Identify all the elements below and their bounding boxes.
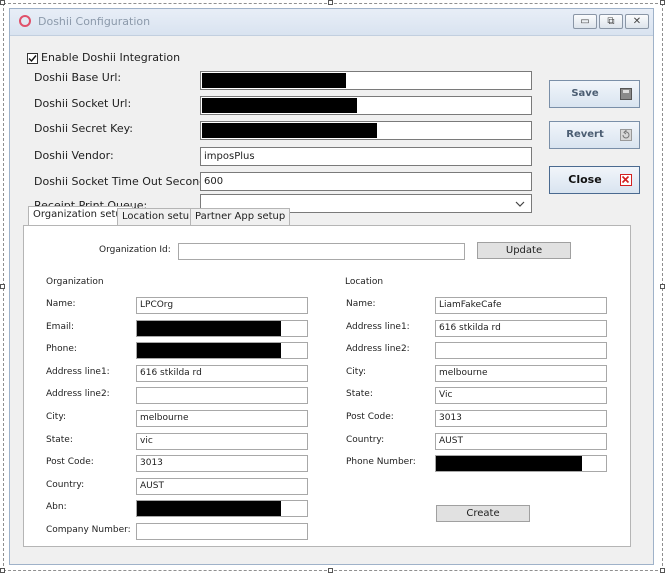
location-label: Country: <box>346 434 385 445</box>
vendor-label: Doshii Vendor: <box>34 149 114 162</box>
close-icon <box>620 174 632 186</box>
update-button[interactable]: Update <box>477 242 571 259</box>
socket-url-input[interactable] <box>200 96 532 115</box>
location-label: Address line1: <box>346 321 410 332</box>
organization-label: City: <box>46 412 67 422</box>
socket-url-label: Doshii Socket Url: <box>34 97 132 110</box>
secret-key-input[interactable] <box>200 121 532 140</box>
minimize-button[interactable]: ▭ <box>573 14 597 29</box>
location-label: Phone Number: <box>346 457 416 468</box>
create-button[interactable]: Create <box>436 505 530 522</box>
location-label: State: <box>346 389 373 400</box>
organization-label: Email: <box>46 321 75 332</box>
location-input[interactable] <box>435 342 607 360</box>
resize-handle-bottom[interactable] <box>328 568 333 573</box>
resize-handle-top-right[interactable] <box>660 0 665 5</box>
checkmark-icon <box>28 55 37 63</box>
organization-label: Phone: <box>46 344 77 355</box>
redaction-box <box>137 501 281 517</box>
secret-key-label: Doshii Secret Key: <box>34 122 134 135</box>
organization-label: Address line2: <box>46 389 110 400</box>
enable-checkbox[interactable] <box>27 53 38 64</box>
floppy-disk-icon <box>620 88 632 100</box>
location-label: Post Code: <box>346 412 394 422</box>
organization-heading: Organization <box>46 277 104 287</box>
chevron-down-icon <box>515 201 525 207</box>
location-input[interactable]: Vic <box>435 387 607 405</box>
redaction-box <box>202 73 346 88</box>
organization-label: Company Number: <box>46 525 131 535</box>
organization-label: Address line1: <box>46 366 110 377</box>
location-input[interactable]: AUST <box>435 432 607 450</box>
organization-input[interactable]: 3013 <box>136 455 308 473</box>
organization-setup-panel: Organization Id: Update Organization Loc… <box>23 225 631 547</box>
organization-input[interactable]: vic <box>136 432 308 450</box>
organization-input[interactable]: melbourne <box>136 410 308 427</box>
close-button[interactable]: Close <box>549 166 640 194</box>
tab-partner-app-setup[interactable]: Partner App setup <box>190 208 291 225</box>
close-label: Close <box>568 173 602 186</box>
tab-location-setup[interactable]: Location setup <box>117 208 201 225</box>
organization-input[interactable] <box>136 523 308 540</box>
organization-label: Country: <box>46 479 85 490</box>
revert-button[interactable]: Revert <box>549 121 640 149</box>
redaction-box <box>137 320 281 336</box>
organization-label: Abn: <box>46 502 67 513</box>
title-bar[interactable]: Doshii Configuration ▭ ⧉ ✕ <box>10 9 653 36</box>
resize-handle-bottom-left[interactable] <box>0 568 5 573</box>
base-url-input[interactable] <box>200 71 532 90</box>
resize-handle-right[interactable] <box>660 284 665 289</box>
resize-handle-top[interactable] <box>328 0 333 5</box>
organization-label: Post Code: <box>46 457 94 468</box>
organization-input[interactable]: 616 stkilda rd <box>136 364 308 382</box>
organization-input[interactable]: AUST <box>136 477 308 495</box>
timeout-input[interactable]: 600 <box>200 172 532 191</box>
location-input[interactable]: 616 stkilda rd <box>435 319 607 337</box>
org-id-label: Organization Id: <box>99 245 171 255</box>
redaction-box <box>202 123 377 138</box>
location-label: City: <box>346 366 367 377</box>
org-id-input[interactable] <box>178 243 465 260</box>
organization-input[interactable]: LPCOrg <box>136 297 308 314</box>
redaction-box <box>202 98 357 113</box>
revert-icon <box>620 129 632 141</box>
window-close-button[interactable]: ✕ <box>625 14 649 29</box>
timeout-label: Doshii Socket Time Out Seconds: <box>34 175 216 188</box>
organization-label: Name: <box>46 299 76 309</box>
base-url-label: Doshii Base Url: <box>34 71 122 84</box>
resize-handle-top-left[interactable] <box>0 0 5 5</box>
location-input[interactable]: LiamFakeCafe <box>435 297 607 314</box>
organization-label: State: <box>46 434 73 445</box>
app-icon <box>19 15 31 27</box>
location-label: Name: <box>346 299 376 309</box>
resize-handle-bottom-right[interactable] <box>660 568 665 573</box>
location-input[interactable]: melbourne <box>435 364 607 382</box>
enable-label: Enable Doshii Integration <box>41 51 181 64</box>
location-input[interactable]: 3013 <box>435 410 607 427</box>
redaction-box <box>436 456 582 472</box>
maximize-button[interactable]: ⧉ <box>599 14 623 29</box>
location-heading: Location <box>345 277 384 287</box>
window-title: Doshii Configuration <box>38 15 151 28</box>
location-label: Address line2: <box>346 344 410 355</box>
revert-label: Revert <box>566 129 604 140</box>
save-label: Save <box>571 88 599 99</box>
redaction-box <box>137 343 281 359</box>
resize-handle-left[interactable] <box>0 284 5 289</box>
vendor-input[interactable]: imposPlus <box>200 147 532 166</box>
save-button[interactable]: Save <box>549 80 640 108</box>
organization-input[interactable] <box>136 387 308 405</box>
